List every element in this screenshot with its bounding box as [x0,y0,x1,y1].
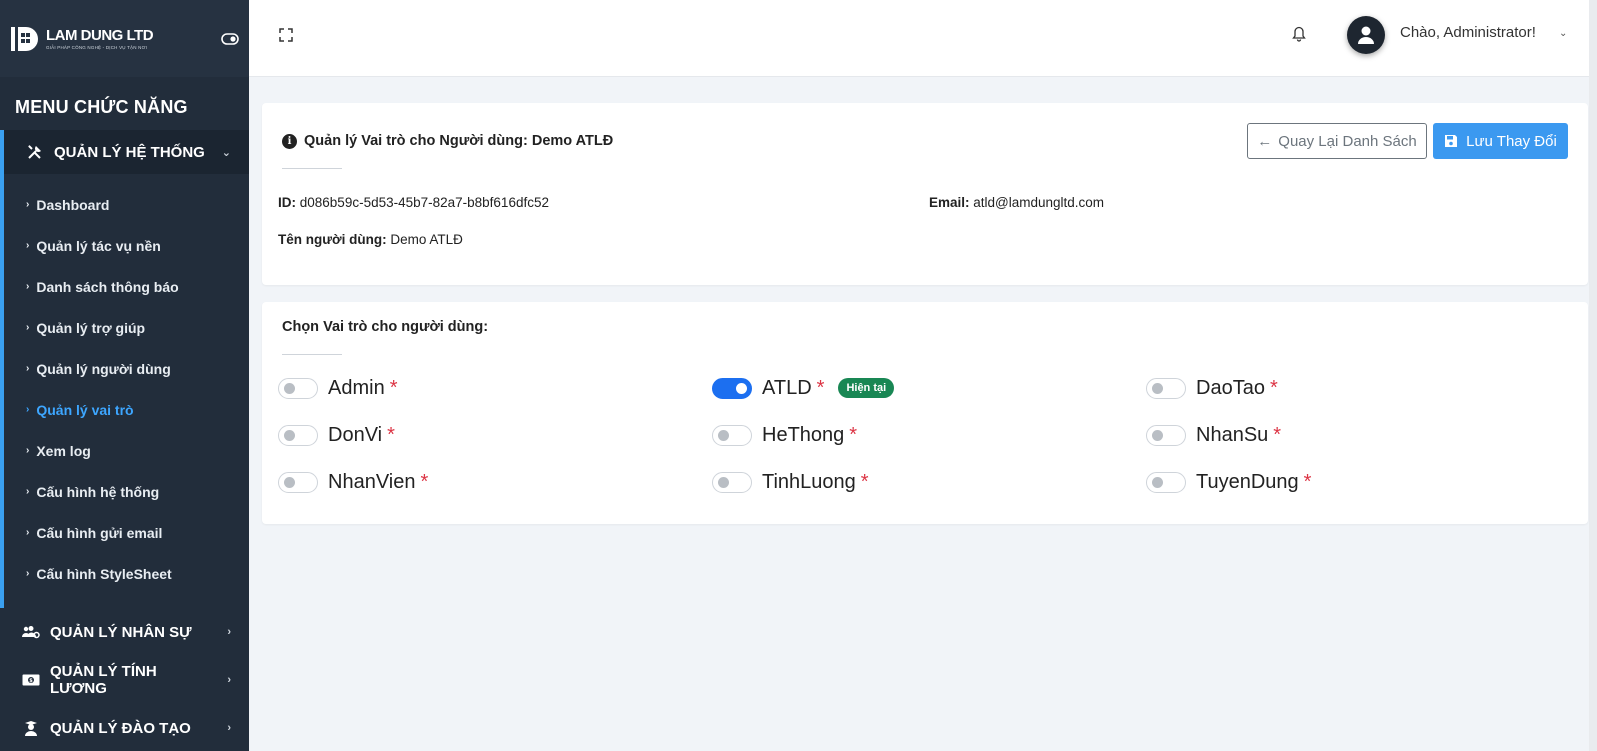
users-cog-icon [22,624,40,640]
chevron-right-icon: › [227,722,231,734]
menu-sub-list: › Dashboard › Quản lý tác vụ nền › Danh sác… [4,174,249,608]
role-switch[interactable] [712,471,752,493]
menu-group-hr: QUẢN LÝ NHÂN SỰ › [0,608,249,656]
sidebar-item-roles[interactable]: › Quản lý vai trò [4,389,249,430]
username-field: Tên người dùng: Demo ATLĐ [278,232,463,247]
user-info-card: i Quản lý Vai trò cho Người dùng: Demo A… [262,103,1588,285]
role-switch[interactable] [712,377,752,399]
page-title: i Quản lý Vai trò cho Người dùng: Demo A… [282,133,613,149]
sidebar-item-notifications[interactable]: › Danh sách thông báo [4,266,249,307]
svg-text:$: $ [29,678,33,684]
roles-title: Chọn Vai trò cho người dùng: [282,319,489,335]
role-switch[interactable] [1146,424,1186,446]
logo-row: LAM DUNG LTD GIẢI PHÁP CÔNG NGHỆ - DỊCH … [0,0,249,77]
chevron-right-icon: › [26,281,30,292]
user-icon [1358,26,1374,44]
save-changes-button[interactable]: Lưu Thay Đổi [1433,123,1568,159]
topbar: Chào, Administrator! ⌄ [249,0,1597,77]
sidebar-item-stylesheet-config[interactable]: › Cấu hình StyleSheet [4,553,249,594]
chevron-down-icon: ⌄ [221,146,231,159]
role-tinhluong[interactable]: TinhLuong * [712,470,869,494]
chevron-right-icon: › [26,568,30,579]
menu-group-system-header[interactable]: QUẢN LÝ HỆ THỐNG ⌄ [4,130,249,174]
chevron-right-icon: › [26,322,30,333]
logo-mark-icon [11,26,38,51]
role-switch[interactable] [278,424,318,446]
role-admin[interactable]: Admin * [278,376,398,400]
chevron-right-icon: › [26,240,30,251]
sidebar-item-help[interactable]: › Quản lý trợ giúp [4,307,249,348]
sidebar-toggle-icon[interactable] [221,32,239,45]
sidebar-item-background-jobs[interactable]: › Quản lý tác vụ nền [4,225,249,266]
sidebar-item-logs[interactable]: › Xem log [4,430,249,471]
user-email-field: Email: atld@lamdungltd.com [929,195,1105,210]
save-icon [1445,135,1458,147]
user-greeting[interactable]: Chào, Administrator! [1400,24,1536,41]
chevron-right-icon: › [26,486,30,497]
chevron-right-icon: › [26,199,30,210]
chevron-down-icon[interactable]: ⌄ [1559,28,1567,39]
chevron-right-icon: › [227,674,231,686]
sidebar-item-users[interactable]: › Quản lý người dùng [4,348,249,389]
role-tuyendung[interactable]: TuyenDung * [1146,470,1311,494]
bell-icon[interactable] [1292,26,1306,42]
role-switch[interactable] [712,424,752,446]
sidebar-item-email-config[interactable]: › Cấu hình gửi email [4,512,249,553]
info-icon: i [282,133,297,149]
chevron-right-icon: › [26,404,30,415]
menu-title: MENU CHỨC NĂNG [15,97,188,117]
chevron-right-icon: › [227,626,231,638]
brand-tagline: GIẢI PHÁP CÔNG NGHỆ - DỊCH VỤ TẬN NƠI [46,45,148,50]
menu-group-system: QUẢN LÝ HỆ THỐNG ⌄ › Dashboard › Quản lý t… [0,130,249,608]
brand-logo[interactable]: LAM DUNG LTD GIẢI PHÁP CÔNG NGHỆ - DỊCH … [10,25,154,53]
divider [282,354,342,355]
role-hethong[interactable]: HeThong * [712,423,857,447]
role-switch[interactable] [1146,471,1186,493]
sidebar: LAM DUNG LTD GIẢI PHÁP CÔNG NGHỆ - DỊCH … [0,0,249,751]
graduate-icon [22,720,40,736]
divider [282,168,342,169]
role-switch[interactable] [278,377,318,399]
menu-group-training: QUẢN LÝ ĐÀO TẠO › [0,704,249,751]
role-donvi[interactable]: DonVi * [278,423,395,447]
current-badge: Hiện tại [838,378,895,398]
menu-group-hr-header[interactable]: QUẢN LÝ NHÂN SỰ › [0,608,249,656]
chevron-right-icon: › [26,527,30,538]
sidebar-item-system-config[interactable]: › Cấu hình hệ thống [4,471,249,512]
role-switch[interactable] [278,471,318,493]
menu-group-payroll-header[interactable]: $ QUẢN LÝ TÍNH LƯƠNG › [0,656,249,704]
fullscreen-icon[interactable] [279,28,293,42]
chevron-right-icon: › [26,445,30,456]
menu-group-training-header[interactable]: QUẢN LÝ ĐÀO TẠO › [0,704,249,751]
arrow-left-icon: ← [1257,132,1273,150]
role-switch[interactable] [1146,377,1186,399]
money-bill-icon: $ [22,672,40,688]
tools-icon [26,144,44,160]
role-daotao[interactable]: DaoTao * [1146,376,1278,400]
role-atld[interactable]: ATLD * Hiện tại [712,376,895,400]
back-to-list-button[interactable]: ← Quay Lại Danh Sách [1247,123,1427,159]
role-nhansu[interactable]: NhanSu * [1146,423,1281,447]
avatar[interactable] [1347,16,1385,54]
roles-card: Chọn Vai trò cho người dùng: Admin * ATLD… [262,302,1588,524]
sidebar-item-dashboard[interactable]: › Dashboard [4,184,249,225]
user-id-field: ID: d086b59c-5d53-45b7-82a7-b8bf616dfc52 [278,195,549,210]
scrollbar[interactable] [1589,0,1597,751]
menu-group-payroll: $ QUẢN LÝ TÍNH LƯƠNG › [0,656,249,704]
brand-name: LAM DUNG LTD [46,27,154,44]
chevron-right-icon: › [26,363,30,374]
role-nhanvien[interactable]: NhanVien * [278,470,428,494]
